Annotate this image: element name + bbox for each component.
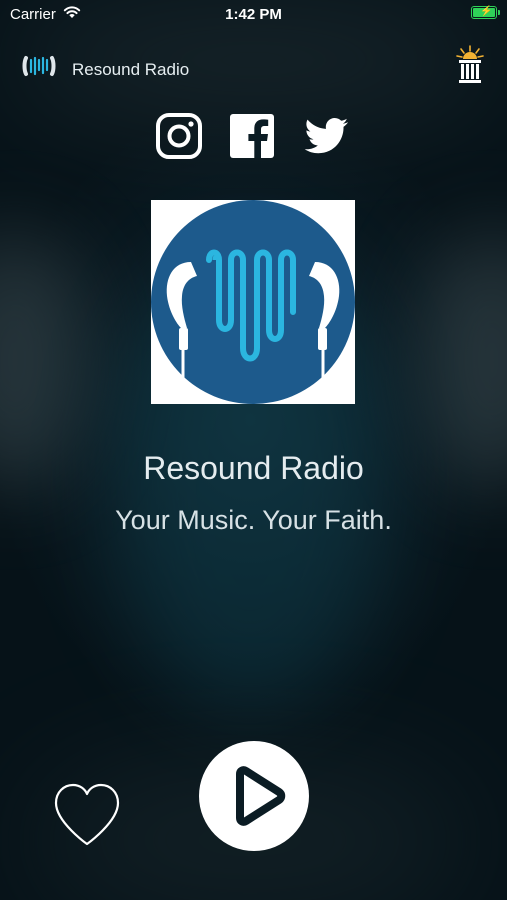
play-icon <box>236 766 286 826</box>
station-tagline: Your Music. Your Faith. <box>115 505 392 535</box>
radio-logo-icon <box>151 200 355 404</box>
status-bar: Carrier 1:42 PM ⚡ <box>0 0 507 28</box>
social-links <box>0 112 507 160</box>
app-header: Resound Radio <box>0 45 507 90</box>
twitter-icon[interactable] <box>302 112 350 160</box>
partner-logo-icon[interactable] <box>455 44 485 86</box>
clock: 1:42 PM <box>225 6 282 23</box>
radio-logo-icon[interactable] <box>22 52 56 80</box>
app-title: Resound Radio <box>72 60 190 79</box>
heart-icon[interactable] <box>52 782 122 848</box>
play-button[interactable] <box>199 741 309 851</box>
station-name: Resound Radio <box>143 450 364 486</box>
station-artwork <box>151 200 355 404</box>
battery-icon: ⚡ <box>471 6 500 19</box>
facebook-icon[interactable] <box>228 112 276 160</box>
instagram-icon[interactable] <box>155 112 203 160</box>
